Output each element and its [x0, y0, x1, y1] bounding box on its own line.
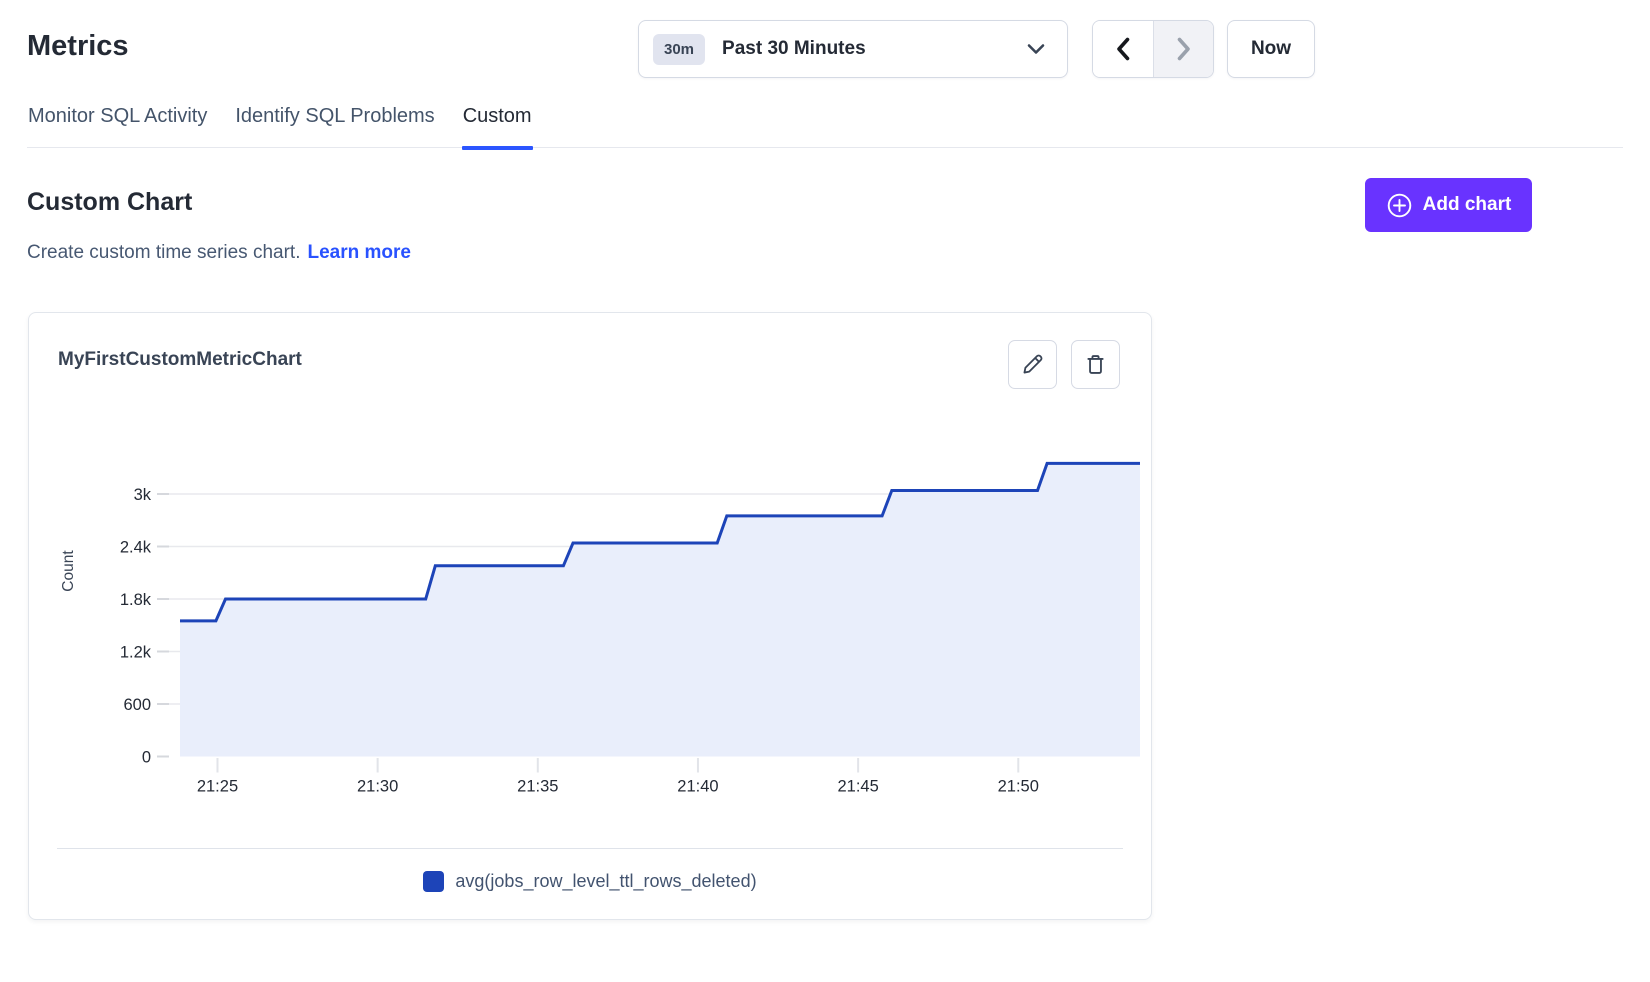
- time-range-badge: 30m: [653, 34, 705, 65]
- time-back-button[interactable]: [1093, 21, 1153, 77]
- legend-swatch: [423, 871, 444, 892]
- card-divider: [57, 848, 1123, 849]
- svg-text:0: 0: [142, 749, 151, 767]
- chevron-down-icon: [1027, 43, 1045, 55]
- tab-custom[interactable]: Custom: [462, 103, 533, 129]
- plus-circle-icon: [1386, 192, 1413, 219]
- trash-icon: [1084, 353, 1107, 376]
- time-series-chart: 0 600 1.2k 1.8k 2.4k 3k 21:25 21:30 21:35 21:40 21…: [29, 313, 1153, 813]
- chevron-left-icon: [1113, 36, 1133, 62]
- chart-title: MyFirstCustomMetricChart: [58, 349, 302, 371]
- delete-trash-icon-button[interactable]: [1071, 340, 1120, 389]
- custom-chart-card: MyFirstCustomMetricChart 0 600 1.2k 1.8k 2.4…: [28, 312, 1152, 920]
- chevron-right-icon: [1174, 36, 1194, 62]
- tab-identify-sql-problems[interactable]: Identify SQL Problems: [234, 103, 435, 129]
- time-range-dropdown[interactable]: 30m Past 30 Minutes: [638, 20, 1068, 78]
- svg-text:Count: Count: [60, 550, 77, 592]
- chart-legend: avg(jobs_row_level_ttl_rows_deleted): [29, 871, 1151, 892]
- page-title: Metrics: [27, 30, 129, 63]
- edit-pencil-icon: [1021, 353, 1044, 376]
- svg-text:3k: 3k: [134, 486, 152, 504]
- time-forward-button[interactable]: [1153, 21, 1213, 77]
- svg-text:21:50: 21:50: [998, 778, 1039, 796]
- svg-text:21:25: 21:25: [197, 778, 238, 796]
- section-title: Custom Chart: [27, 188, 192, 217]
- tab-bar: Monitor SQL Activity Identify SQL Proble…: [27, 103, 1623, 148]
- legend-label: avg(jobs_row_level_ttl_rows_deleted): [455, 871, 756, 892]
- subtitle-text: Create custom time series chart.: [27, 242, 300, 263]
- edit-chart-button[interactable]: [1008, 340, 1057, 389]
- svg-text:1.2k: 1.2k: [120, 644, 152, 662]
- svg-text:21:45: 21:45: [837, 778, 878, 796]
- svg-text:1.8k: 1.8k: [120, 591, 152, 609]
- learn-more-link[interactable]: Learn more: [307, 242, 410, 263]
- tab-monitor-sql-activity[interactable]: Monitor SQL Activity: [27, 103, 208, 129]
- time-navigation-group: [1092, 20, 1214, 78]
- svg-text:21:40: 21:40: [677, 778, 718, 796]
- now-button[interactable]: Now: [1227, 20, 1315, 78]
- section-subtitle: Create custom time series chart. Learn mo…: [27, 242, 411, 264]
- add-chart-button[interactable]: Add chart: [1365, 178, 1532, 232]
- svg-text:600: 600: [123, 696, 151, 714]
- svg-text:21:30: 21:30: [357, 778, 398, 796]
- add-chart-label: Add chart: [1423, 194, 1512, 216]
- svg-text:21:35: 21:35: [517, 778, 558, 796]
- svg-text:2.4k: 2.4k: [120, 539, 152, 557]
- time-range-label: Past 30 Minutes: [722, 38, 866, 60]
